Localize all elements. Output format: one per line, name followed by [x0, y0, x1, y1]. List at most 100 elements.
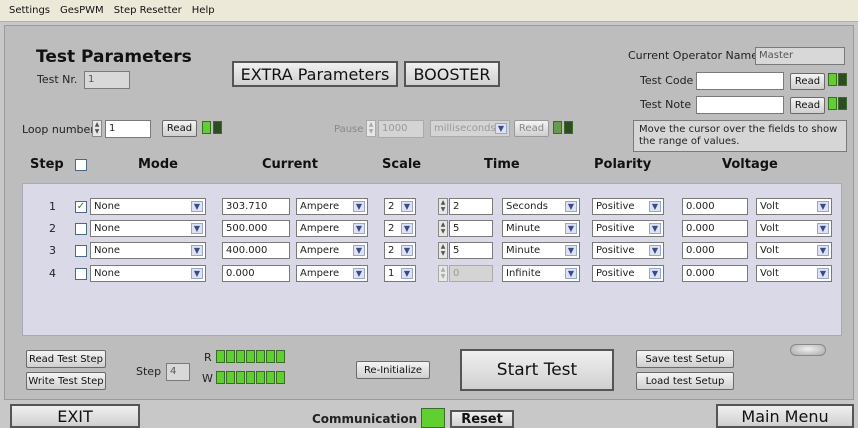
chevron-down-icon: ▼ [817, 201, 829, 212]
loop-number-field[interactable]: 1 [105, 120, 151, 138]
test-nr-field[interactable]: 1 [84, 71, 130, 89]
w-led-icon [236, 371, 245, 384]
chevron-down-icon: ▼ [353, 223, 365, 234]
row-step-number: 1 [49, 200, 56, 213]
extra-parameters-button[interactable]: EXTRA Parameters [232, 61, 398, 87]
loop-read-button[interactable]: Read [162, 120, 197, 137]
time-spinner-icon[interactable]: ▲ ▼ [438, 198, 448, 215]
row-step-number: 2 [49, 222, 56, 235]
current-unit-select[interactable]: Ampere ▼ [296, 265, 368, 282]
w-led-icon [266, 371, 275, 384]
col-scale: Scale [382, 157, 422, 172]
mode-select[interactable]: None ▼ [90, 265, 206, 282]
r-led-icon [216, 350, 225, 363]
loop-spinner-icon[interactable]: ▲ ▼ [92, 120, 102, 137]
time-unit-select[interactable]: Minute ▼ [502, 242, 580, 259]
time-spinner-icon[interactable]: ▲ ▼ [438, 242, 448, 259]
col-voltage: Voltage [722, 157, 778, 172]
menu-bar: Settings GesPWM Step Resetter Help [0, 0, 858, 22]
current-field[interactable]: 400.000 [222, 242, 290, 259]
operator-name-field[interactable]: Master [755, 47, 845, 65]
test-code-label: Test Code [640, 74, 694, 87]
save-test-setup-button[interactable]: Save test Setup [636, 350, 734, 368]
mode-select[interactable]: None ▼ [90, 242, 206, 259]
row-checkbox[interactable] [75, 223, 87, 235]
menu-settings[interactable]: Settings [4, 5, 55, 16]
chevron-down-icon: ▼ [401, 201, 413, 212]
current-field[interactable]: 500.000 [222, 220, 290, 237]
menu-step-resetter[interactable]: Step Resetter [109, 5, 187, 16]
col-mode: Mode [138, 157, 178, 172]
start-test-button[interactable]: Start Test [460, 349, 614, 391]
scale-select[interactable]: 2 ▼ [384, 198, 416, 215]
chevron-down-icon: ▼ [353, 268, 365, 279]
main-menu-button[interactable]: Main Menu [716, 404, 854, 428]
loop-number-label: Loop number [22, 123, 95, 136]
w-led-icon [246, 371, 255, 384]
select-all-checkbox[interactable] [75, 159, 87, 171]
communication-led-icon [421, 408, 445, 428]
exit-button[interactable]: EXIT [10, 404, 140, 428]
w-led-icon [276, 371, 285, 384]
current-field[interactable]: 303.710 [222, 198, 290, 215]
current-field[interactable]: 0.000 [222, 265, 290, 282]
chevron-down-icon: ▼ [817, 223, 829, 234]
current-unit-select[interactable]: Ampere ▼ [296, 242, 368, 259]
menu-help[interactable]: Help [187, 5, 220, 16]
polarity-select[interactable]: Positive ▼ [592, 242, 664, 259]
mode-select[interactable]: None ▼ [90, 198, 206, 215]
loop-led-icon [202, 121, 211, 134]
chevron-down-icon: ▼ [401, 268, 413, 279]
voltage-field[interactable]: 0.000 [682, 220, 748, 237]
booster-button[interactable]: BOOSTER [404, 61, 500, 87]
chevron-down-icon: ▼ [191, 268, 203, 279]
communication-label: Communication [312, 412, 418, 426]
row-checkbox[interactable] [75, 268, 87, 280]
scale-select[interactable]: 2 ▼ [384, 242, 416, 259]
r-led-icon [276, 350, 285, 363]
current-unit-select[interactable]: Ampere ▼ [296, 198, 368, 215]
pause-spinner-icon: ▲ ▼ [366, 120, 376, 137]
polarity-select[interactable]: Positive ▼ [592, 198, 664, 215]
chevron-down-icon: ▼ [565, 268, 577, 279]
row-checkbox[interactable]: ✓ [75, 201, 87, 213]
reset-button[interactable]: Reset [450, 410, 514, 428]
scale-select[interactable]: 2 ▼ [384, 220, 416, 237]
test-note-read-button[interactable]: Read [790, 97, 825, 114]
voltage-unit-select[interactable]: Volt ▼ [756, 265, 832, 282]
time-spinner-icon[interactable]: ▲ ▼ [438, 220, 448, 237]
polarity-select[interactable]: Positive ▼ [592, 265, 664, 282]
chevron-down-icon: ▼ [817, 245, 829, 256]
test-code-read-button[interactable]: Read [790, 73, 825, 90]
time-unit-select[interactable]: Seconds ▼ [502, 198, 580, 215]
col-time: Time [484, 157, 520, 172]
voltage-unit-select[interactable]: Volt ▼ [756, 220, 832, 237]
w-led-row [216, 371, 285, 384]
chevron-down-icon: ▼ [817, 268, 829, 279]
time-field[interactable]: 2 [449, 198, 493, 215]
mode-select[interactable]: None ▼ [90, 220, 206, 237]
scale-select[interactable]: 1 ▼ [384, 265, 416, 282]
test-note-field[interactable] [696, 96, 784, 114]
write-test-step-button[interactable]: Write Test Step [26, 372, 106, 390]
r-led-icon [266, 350, 275, 363]
load-test-setup-button[interactable]: Load test Setup [636, 372, 734, 390]
voltage-field[interactable]: 0.000 [682, 198, 748, 215]
voltage-field[interactable]: 0.000 [682, 242, 748, 259]
menu-gespwm[interactable]: GesPWM [55, 5, 109, 16]
polarity-select[interactable]: Positive ▼ [592, 220, 664, 237]
time-unit-select[interactable]: Minute ▼ [502, 220, 580, 237]
time-field[interactable]: 5 [449, 220, 493, 237]
col-polarity: Polarity [594, 157, 652, 172]
time-unit-select[interactable]: Infinite ▼ [502, 265, 580, 282]
voltage-unit-select[interactable]: Volt ▼ [756, 242, 832, 259]
test-code-field[interactable] [696, 72, 784, 90]
voltage-field[interactable]: 0.000 [682, 265, 748, 282]
current-unit-select[interactable]: Ampere ▼ [296, 220, 368, 237]
time-field[interactable]: 5 [449, 242, 493, 259]
re-initialize-button[interactable]: Re-Initialize [356, 361, 430, 379]
row-checkbox[interactable] [75, 245, 87, 257]
voltage-unit-select[interactable]: Volt ▼ [756, 198, 832, 215]
r-led-icon [246, 350, 255, 363]
read-test-step-button[interactable]: Read Test Step [26, 350, 106, 368]
